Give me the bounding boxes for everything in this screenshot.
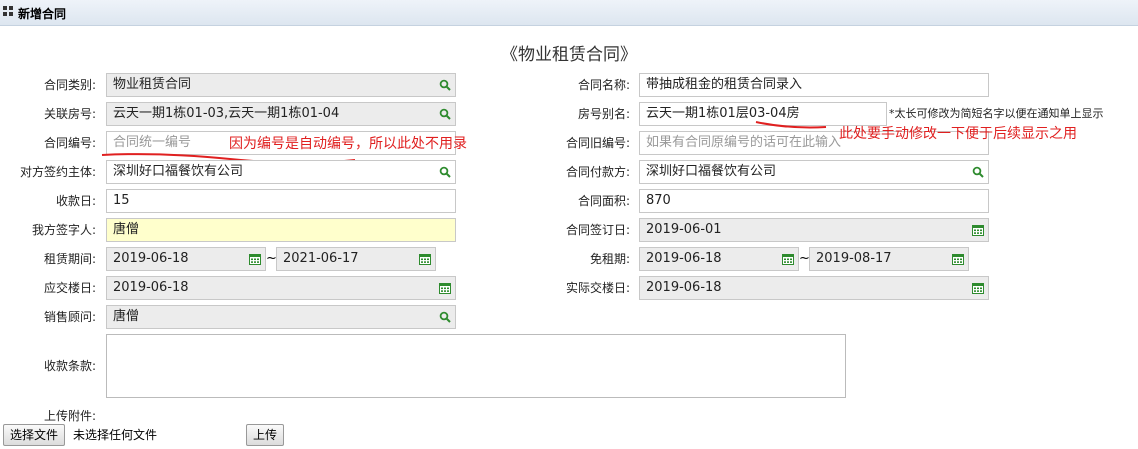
window-titlebar: 新增合同 [0, 0, 1138, 26]
upload-button[interactable]: 上传 [246, 424, 285, 446]
sign-date-value: 2019-06-01 [646, 222, 722, 237]
search-icon[interactable] [439, 166, 451, 178]
payer-label: 合同付款方: [565, 165, 630, 179]
handover-due-field[interactable]: 2019-06-18 [106, 276, 456, 300]
contract-area-input[interactable]: 870 [639, 189, 989, 213]
payment-terms-label: 收款条款: [43, 359, 96, 373]
contract-area-label: 合同面积: [577, 194, 630, 208]
lease-period-label: 租赁期间: [43, 252, 96, 266]
room-alias-annotation: 此处要手动修改一下便于后续显示之用 [839, 126, 1077, 142]
room-alias-label: 房号别名: [577, 107, 630, 121]
handover-actual-value: 2019-06-18 [646, 280, 722, 295]
related-room-field[interactable]: 云天一期1栋01-03,云天一期1栋01-04 [106, 102, 456, 126]
sales-advisor-label: 销售顾问: [43, 310, 96, 324]
sign-date-field[interactable]: 2019-06-01 [639, 218, 989, 242]
free-end-value: 2019-08-17 [816, 251, 892, 266]
calendar-icon[interactable] [419, 253, 431, 265]
no-file-text: 未选择任何文件 [73, 428, 158, 442]
search-icon[interactable] [439, 311, 451, 323]
choose-file-button[interactable]: 选择文件 [3, 424, 66, 446]
payer-value: 深圳好口福餐饮有公司 [646, 164, 777, 179]
free-start-field[interactable]: 2019-06-18 [639, 247, 799, 271]
free-period-label: 免租期: [589, 252, 630, 266]
search-icon[interactable] [972, 166, 984, 178]
calendar-icon[interactable] [972, 224, 984, 236]
our-signer-label: 我方签字人: [31, 223, 96, 237]
related-room-value: 云天一期1栋01-03,云天一期1栋01-04 [113, 106, 340, 121]
handover-due-value: 2019-06-18 [113, 280, 189, 295]
window-title: 新增合同 [18, 7, 67, 21]
lease-end-field[interactable]: 2021-06-17 [276, 247, 436, 271]
contract-name-input[interactable]: 带抽成租金的租赁合同录入 [639, 73, 989, 97]
counterparty-value: 深圳好口福餐饮有公司 [113, 164, 244, 179]
related-room-label: 关联房号: [43, 107, 96, 121]
free-start-value: 2019-06-18 [646, 251, 722, 266]
contract-no-label: 合同编号: [43, 136, 96, 150]
old-contract-no-label: 合同旧编号: [565, 136, 630, 150]
our-signer-input[interactable]: 唐僧 [106, 218, 456, 242]
handover-actual-label: 实际交楼日: [565, 281, 630, 295]
lease-start-field[interactable]: 2019-06-18 [106, 247, 266, 271]
lease-start-value: 2019-06-18 [113, 251, 189, 266]
grid-icon [3, 6, 14, 17]
contract-name-label: 合同名称: [577, 78, 630, 92]
search-icon[interactable] [439, 108, 451, 120]
contract-type-value: 物业租赁合同 [113, 77, 192, 92]
calendar-icon[interactable] [952, 253, 964, 265]
payer-field[interactable]: 深圳好口福餐饮有公司 [639, 160, 989, 184]
search-icon[interactable] [439, 79, 451, 91]
handover-actual-field[interactable]: 2019-06-18 [639, 276, 989, 300]
document-title: 《物业租赁合同》 [501, 45, 637, 65]
payment-terms-textarea[interactable] [106, 334, 846, 398]
calendar-icon[interactable] [439, 282, 451, 294]
calendar-icon[interactable] [782, 253, 794, 265]
room-alias-hint: *太长可修改为简短名字以便在通知单上显示 [889, 107, 1104, 120]
collection-day-input[interactable]: 15 [106, 189, 456, 213]
sign-date-label: 合同签订日: [565, 223, 630, 237]
counterparty-field[interactable]: 深圳好口福餐饮有公司 [106, 160, 456, 184]
sales-advisor-value: 唐僧 [113, 309, 140, 324]
contract-type-field[interactable]: 物业租赁合同 [106, 73, 456, 97]
contract-type-label: 合同类别: [43, 78, 96, 92]
handover-due-label: 应交楼日: [43, 281, 96, 295]
free-end-field[interactable]: 2019-08-17 [809, 247, 969, 271]
sales-advisor-field[interactable]: 唐僧 [106, 305, 456, 329]
calendar-icon[interactable] [972, 282, 984, 294]
counterparty-label: 对方签约主体: [19, 165, 96, 179]
lease-end-value: 2021-06-17 [283, 251, 359, 266]
red-underline-room-alias [755, 121, 827, 129]
calendar-icon[interactable] [249, 253, 261, 265]
collection-day-label: 收款日: [55, 194, 96, 208]
